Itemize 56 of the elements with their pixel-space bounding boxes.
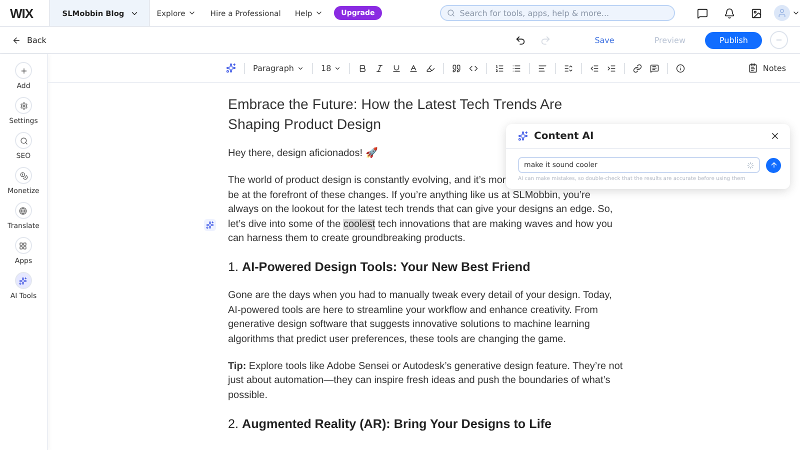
italic-icon[interactable] (375, 64, 384, 72)
arrow-up-icon (770, 161, 778, 169)
user-icon (777, 8, 787, 18)
link-icon[interactable] (633, 64, 642, 72)
coin-icon (20, 172, 28, 180)
save-button[interactable]: Save (574, 36, 634, 44)
section-heading: 1. AI-Powered Design Tools: Your New Best Friend (228, 259, 530, 276)
image-icon[interactable] (751, 8, 762, 18)
close-icon[interactable] (770, 131, 780, 141)
comment-icon[interactable] (650, 64, 660, 72)
info-icon[interactable] (676, 64, 686, 72)
paragraph: Tip: Explore tools like Adobe Sensei or Autodesk’s generative design feature. They’re not just about automation—they can inspire fresh ideas and push the boundaries of what’s possible. (228, 360, 623, 403)
highlighter-icon[interactable] (426, 64, 436, 72)
paragraph: Gone are the days when you had to manually tweak every detail of your design. Today, AI-powered tools are here to streamline your workflow and enhance creativity. From generative design software that suggests innovative solutions to machine learning algorithms that predict user preferences, these tools are changing the game. (228, 289, 612, 347)
panel-title: Content AI (534, 130, 595, 142)
notes-button[interactable]: Notes (748, 63, 786, 73)
spinner-icon (747, 162, 754, 168)
sparkle-icon (518, 131, 528, 141)
ai-sparkle-button[interactable] (204, 219, 216, 231)
search-icon (446, 9, 455, 17)
sparkle-icon (19, 276, 28, 284)
outdent-icon[interactable] (590, 64, 600, 72)
section-heading: 2. Augmented Reality (AR): Bring Your Designs to Life (228, 416, 552, 432)
sparkle-icon[interactable] (226, 63, 236, 73)
globe-icon (19, 206, 28, 214)
article-title: Embrace the Future: How the Latest Tech Trends Are Shaping Product Design (228, 96, 562, 133)
paragraph-style-dropdown[interactable]: Paragraph (253, 64, 304, 72)
code-icon[interactable] (469, 64, 478, 72)
bold-icon[interactable] (358, 64, 368, 72)
search-icon (20, 136, 28, 144)
undo-icon[interactable] (514, 34, 526, 46)
quote-icon[interactable] (452, 64, 462, 72)
send-button[interactable] (766, 158, 781, 172)
wix-logo: WIX (9, 6, 34, 20)
chat-icon[interactable] (697, 8, 708, 18)
text-color-icon[interactable] (409, 64, 418, 72)
font-size-dropdown[interactable]: 18 (320, 64, 342, 72)
paragraph: Hey there, design aficionados! 🚀 (228, 147, 378, 161)
grid-icon (19, 242, 28, 250)
underline-icon[interactable] (392, 64, 402, 72)
gear-icon (20, 102, 28, 110)
line-spacing-icon[interactable] (564, 64, 574, 72)
bell-icon[interactable] (724, 8, 735, 18)
align-icon[interactable] (538, 64, 548, 72)
arrow-left-icon (12, 36, 21, 44)
sparkle-icon (206, 221, 214, 229)
notes-icon (748, 63, 758, 73)
chevron-icon (296, 64, 304, 72)
chevron-icon (334, 64, 342, 72)
numbered-list-icon[interactable] (495, 64, 504, 72)
chevron-icon (792, 9, 800, 17)
indent-icon[interactable] (607, 64, 616, 72)
bullet-list-icon[interactable] (512, 64, 522, 72)
back-button[interactable]: Back (12, 36, 46, 44)
plus-icon (20, 66, 28, 74)
publish-button[interactable]: Publish (705, 32, 762, 48)
